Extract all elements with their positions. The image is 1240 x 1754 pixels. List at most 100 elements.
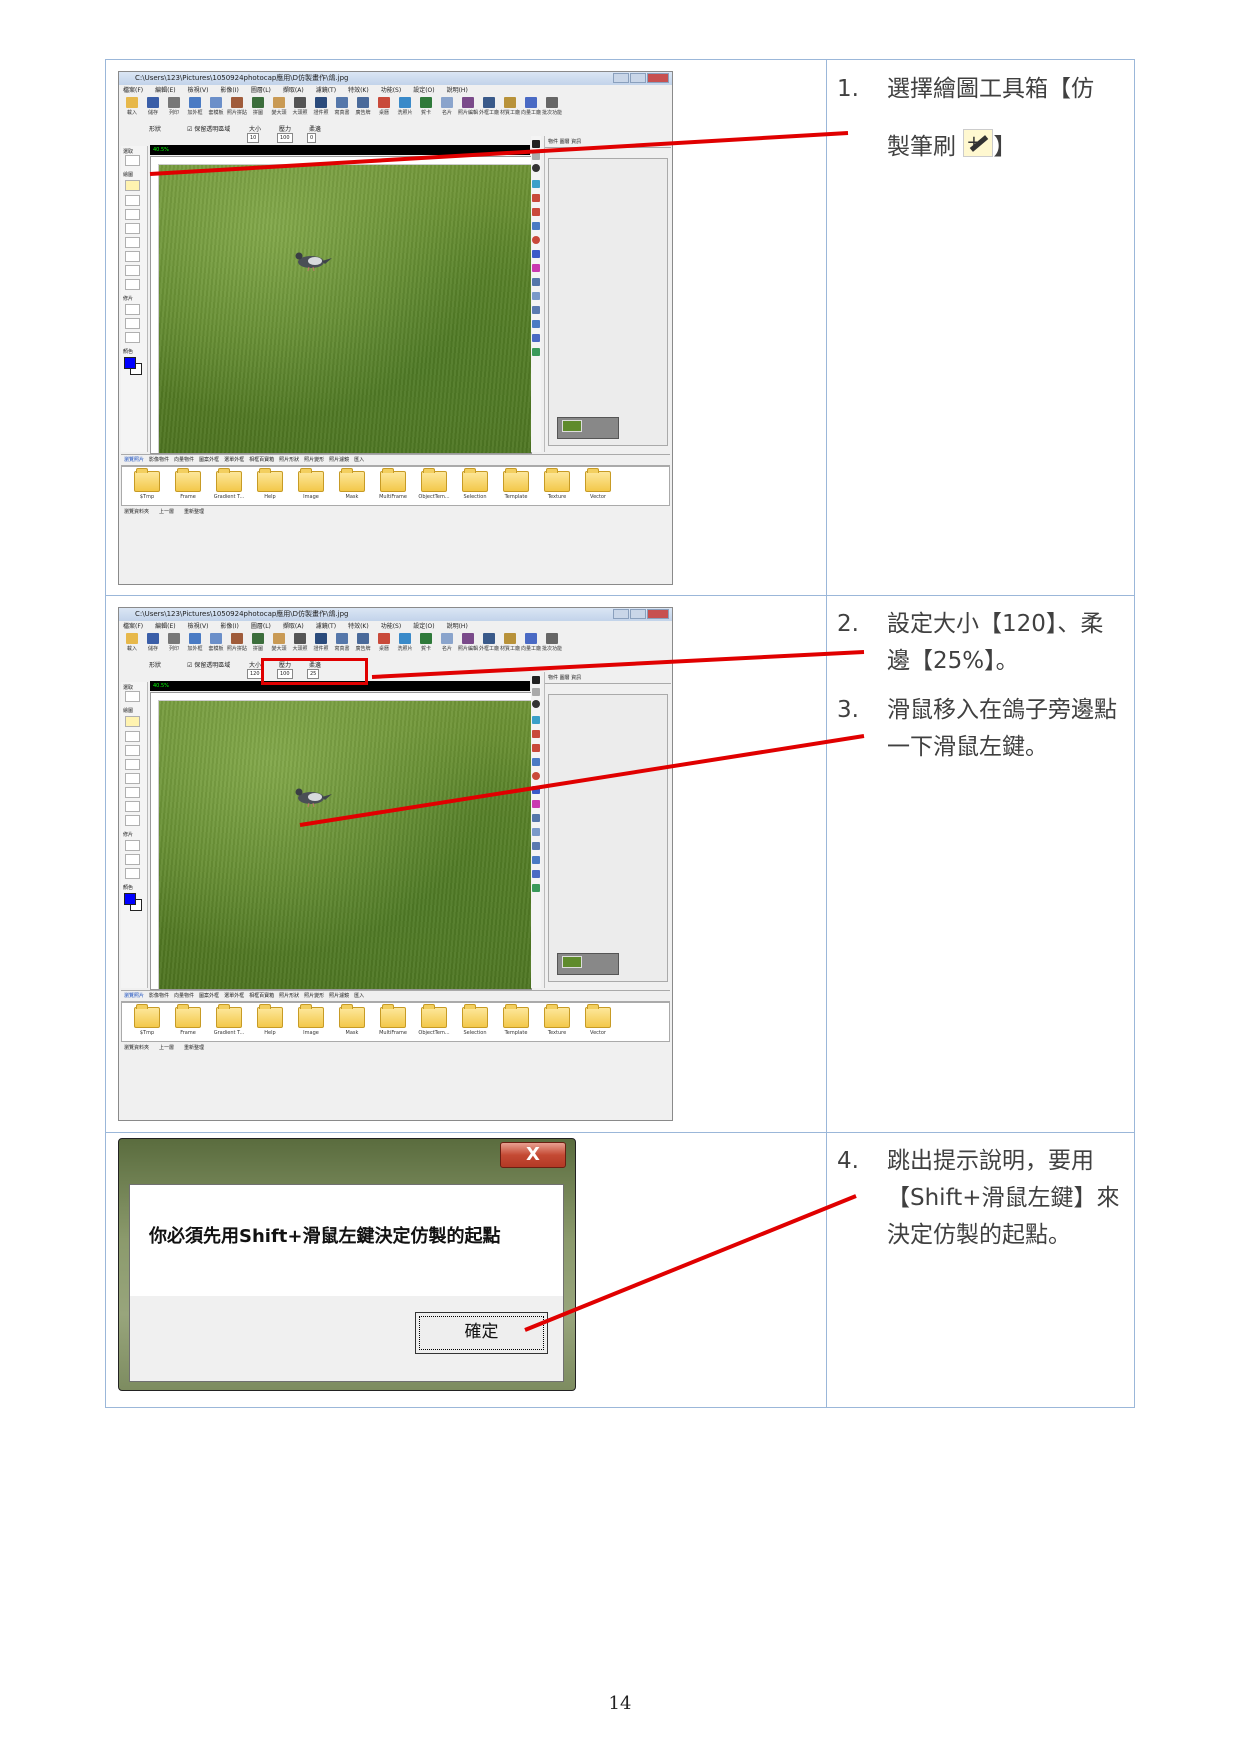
size-spinner[interactable]: 10 [247,133,260,143]
rect-select-icon[interactable] [125,155,140,166]
tab-import[interactable]: 匯入 [354,457,364,463]
tab-browse-photos[interactable]: 瀏覽照片 [124,993,144,999]
toolbar-photobook[interactable]: 寫真書 [333,97,351,119]
arrow-icon[interactable] [532,320,540,328]
toolbar-calendar[interactable]: 桌曆 [375,97,393,119]
tab-vector-objects[interactable]: 向量物件 [174,457,194,463]
toolbar-texture-factory[interactable]: 材質工廠 [500,97,520,119]
folder-item[interactable]: MultiFrame [378,468,408,505]
keep-transparent-checkbox[interactable]: ☑ 保留透明區域 [187,660,230,669]
tab-menu-frames[interactable]: 選單外框 [224,993,244,999]
toolbar-collage[interactable]: 照片拼貼 [227,97,247,119]
text-tool-icon[interactable] [532,676,540,684]
pigeon-photo[interactable] [159,701,531,989]
toolbar-poster[interactable]: 廣告牌 [354,97,372,119]
rectangle-icon[interactable] [125,815,140,826]
refresh-button[interactable]: 重新整理 [184,509,204,515]
stamp-icon[interactable] [125,759,140,770]
line-icon[interactable] [125,251,140,262]
folder-item[interactable]: Help [255,1004,285,1041]
toolbar-headshot[interactable]: 大頭照 [291,633,309,655]
up-level-button[interactable]: 上一層 [159,509,174,515]
toolbar-photobook[interactable]: 寫真書 [333,633,351,655]
red-pen-icon[interactable] [125,854,140,865]
panel-icon[interactable] [532,152,540,160]
sky-icon[interactable] [532,716,540,724]
pressure-spinner[interactable]: 100 [277,133,293,143]
speech-icon[interactable] [532,828,540,836]
layer-thumbnail[interactable] [557,417,619,439]
maximize-icon[interactable] [630,73,646,83]
menu-image[interactable]: 影像(I) [220,623,238,630]
toolbar-card[interactable]: 賀卡 [417,97,435,119]
folder-item[interactable]: Selection [460,1004,490,1041]
toolbar-template[interactable]: 套模板 [207,633,225,655]
line-icon[interactable] [125,787,140,798]
minimize-icon[interactable] [613,73,629,83]
eraser-icon[interactable] [125,195,140,206]
menu-function[interactable]: 功能(S) [381,623,402,630]
menu-effect[interactable]: 特效(K) [348,623,369,630]
menu-view[interactable]: 檢視(V) [188,87,209,94]
layers-icon[interactable] [532,744,540,752]
menu-help[interactable]: 說明(H) [447,623,468,630]
magnify-icon[interactable] [532,758,540,766]
rectangle-icon[interactable] [125,279,140,290]
folder-item[interactable]: Template [501,1004,531,1041]
up-level-button[interactable]: 上一層 [159,1045,174,1051]
folder-item[interactable]: Selection [460,468,490,505]
lines-icon[interactable] [532,306,540,314]
ok-button[interactable]: 確定 [415,1312,548,1354]
folder-item[interactable]: Image [296,468,326,505]
pencil-icon[interactable] [125,209,140,220]
tab-photo-warp[interactable]: 照片變形 [304,457,324,463]
brush-icon[interactable] [125,801,140,812]
toolbar-bighead[interactable]: 變大頭 [270,97,288,119]
calendar-icon[interactable] [532,814,540,822]
clone-brush-icon[interactable] [125,716,140,727]
calendar-icon[interactable] [532,278,540,286]
blue-tool-icon[interactable] [532,786,540,794]
abc-icon[interactable] [532,164,540,172]
clone-brush-icon[interactable] [125,180,140,191]
folder-item[interactable]: $Tmp [132,468,162,505]
bulb-icon[interactable] [125,304,140,315]
folder-item[interactable]: ObjectTem... [418,1004,450,1041]
folder-item[interactable]: MultiFrame [378,1004,408,1041]
toolbar-save[interactable]: 儲存 [144,633,162,655]
panel-icon[interactable] [532,688,540,696]
pattern-icon[interactable] [532,348,540,356]
smudge-icon[interactable] [125,237,140,248]
tab-frame-box[interactable]: 相框百寶箱 [249,457,274,463]
toolbar-id-photo[interactable]: 證件照 [312,633,330,655]
folder-item[interactable]: Gradient T... [214,1004,244,1041]
menu-file[interactable]: 檔案(F) [123,87,143,94]
tab-pattern-frames[interactable]: 圖案外框 [199,457,219,463]
menu-image[interactable]: 影像(I) [220,87,238,94]
menu-settings[interactable]: 設定(O) [413,87,434,94]
red-pen-icon[interactable] [125,318,140,329]
toolbar-texture-factory[interactable]: 材質工廠 [500,633,520,655]
redeye-icon[interactable] [125,332,140,343]
toolbar-batch[interactable]: 批次功能 [542,633,562,655]
menu-capture[interactable]: 擷取(A) [283,87,304,94]
toolbar-add-frame[interactable]: 加外框 [186,97,204,119]
frame-icon[interactable] [532,730,540,738]
arrow-icon[interactable] [532,856,540,864]
menu-filter[interactable]: 濾鏡(T) [316,623,336,630]
browse-folder-button[interactable]: 瀏覽資料夾 [124,509,149,515]
blue-tool-icon[interactable] [532,250,540,258]
tab-photo-filters[interactable]: 照片濾鏡 [329,993,349,999]
folder-item[interactable]: Image [296,1004,326,1041]
pattern-icon[interactable] [532,884,540,892]
tab-import[interactable]: 匯入 [354,993,364,999]
rect-select-icon[interactable] [125,691,140,702]
folder-item[interactable]: Vector [583,1004,613,1041]
toolbar-print-photo[interactable]: 洗照片 [396,97,414,119]
stamp-icon[interactable] [125,223,140,234]
toolbar-card[interactable]: 賀卡 [417,633,435,655]
frame-icon[interactable] [532,194,540,202]
folder-item[interactable]: $Tmp [132,1004,162,1041]
toolbar-load[interactable]: 載入 [123,97,141,119]
toolbar-headshot[interactable]: 大頭照 [291,97,309,119]
